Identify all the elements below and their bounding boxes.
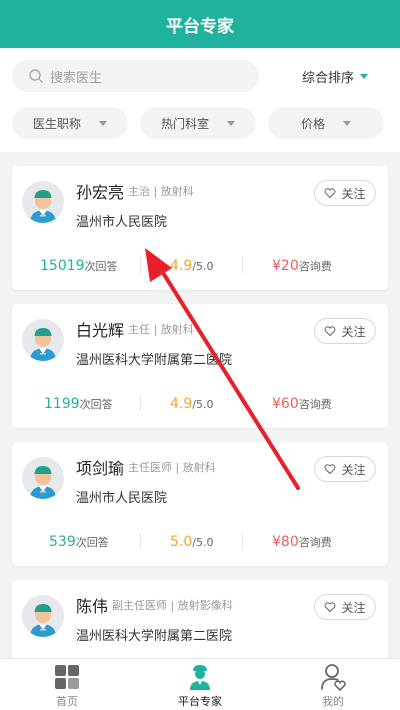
price-value: ¥20	[272, 258, 299, 274]
sort-dropdown[interactable]: 综合排序	[280, 60, 390, 92]
caret-down-icon	[343, 120, 351, 126]
app-header: 平台专家	[0, 0, 400, 48]
follow-label: 关注	[341, 324, 366, 339]
rating-value: 5.0	[170, 534, 193, 550]
tab-home[interactable]: 首页	[0, 659, 134, 710]
doctor-avatar-icon	[22, 319, 64, 361]
price-unit: 咨询费	[298, 536, 332, 549]
doctor-title: 副主任医师 | 放射影像科	[112, 599, 233, 612]
answer-count-value: 539	[49, 534, 76, 550]
doctor-name: 陈伟	[76, 597, 109, 616]
home-grid-icon	[55, 665, 79, 689]
doctor-avatar	[22, 457, 64, 499]
divider	[242, 257, 243, 273]
doctor-avatar	[22, 181, 64, 223]
doctor-name: 白光辉	[76, 321, 125, 340]
consult-price: ¥20咨询费	[272, 255, 332, 274]
caret-down-icon	[227, 120, 235, 126]
consult-price: ¥60咨询费	[272, 393, 332, 412]
doctor-card[interactable]: 孙宏亮 主治 | 放射科 温州市人民医院 关注 15019次回答 4.9/5.0…	[12, 166, 388, 290]
heart-icon	[325, 602, 336, 613]
rating-value: 4.9	[170, 258, 193, 274]
search-icon	[29, 69, 43, 83]
rating: 4.9/5.0	[170, 393, 213, 412]
answer-count: 539次回答	[49, 531, 109, 550]
divider	[140, 257, 141, 273]
answer-count: 1199次回答	[44, 393, 113, 412]
heart-icon	[325, 326, 336, 337]
doctor-hospital: 温州市人民医院	[76, 215, 168, 230]
rating-unit: /5.0	[192, 260, 214, 273]
answer-count-value: 15019	[40, 258, 85, 274]
follow-button[interactable]: 关注	[314, 180, 376, 206]
answer-count-value: 1199	[44, 396, 80, 412]
filter-panel: 搜索医生 综合排序 医生职称 热门科室 价格	[0, 48, 400, 152]
search-input[interactable]: 搜索医生	[12, 60, 259, 92]
follow-label: 关注	[341, 462, 366, 477]
tab-experts[interactable]: 平台专家	[133, 659, 267, 710]
heart-icon	[325, 464, 336, 475]
rating: 5.0/5.0	[170, 531, 213, 550]
filter-department-label: 热门科室	[160, 116, 209, 131]
page-title: 平台专家	[166, 16, 234, 37]
follow-button[interactable]: 关注	[314, 594, 376, 620]
tab-experts-label: 平台专家	[178, 695, 222, 708]
doctor-icon	[190, 665, 210, 690]
doctor-hospital: 温州医科大学附属第二医院	[76, 629, 233, 644]
price-value: ¥80	[272, 534, 299, 550]
price-unit: 咨询费	[298, 398, 332, 411]
divider	[140, 533, 141, 549]
doctor-card[interactable]: 项剑瑜 主任医师 | 放射科 温州市人民医院 关注 539次回答 5.0/5.0…	[12, 442, 388, 566]
rating: 4.9/5.0	[170, 255, 213, 274]
follow-label: 关注	[341, 186, 366, 201]
rating-unit: /5.0	[192, 536, 214, 549]
profile-heart-icon	[321, 664, 346, 691]
consult-price: ¥80咨询费	[272, 531, 332, 550]
follow-button[interactable]: 关注	[314, 318, 376, 344]
doctor-avatar-icon	[22, 457, 64, 499]
filter-title-dropdown[interactable]: 医生职称	[12, 107, 128, 139]
heart-icon	[325, 188, 336, 199]
doctor-name: 项剑瑜	[76, 459, 125, 478]
filter-price-label: 价格	[300, 116, 325, 131]
doctor-title: 主任 | 放射科	[128, 323, 194, 336]
doctor-card[interactable]: 白光辉 主任 | 放射科 温州医科大学附属第二医院 关注 1199次回答 4.9…	[12, 304, 388, 428]
caret-down-icon	[99, 120, 107, 126]
rating-unit: /5.0	[192, 398, 214, 411]
doctor-avatar	[22, 319, 64, 361]
doctor-avatar	[22, 595, 64, 637]
filter-price-dropdown[interactable]: 价格	[268, 107, 384, 139]
answer-count-unit: 次回答	[79, 398, 113, 411]
tab-mine[interactable]: 我的	[266, 659, 400, 710]
price-unit: 咨询费	[298, 260, 332, 273]
tab-mine-label: 我的	[322, 695, 344, 708]
follow-label: 关注	[341, 600, 366, 615]
follow-button[interactable]: 关注	[314, 456, 376, 482]
doctor-name: 孙宏亮	[76, 183, 125, 202]
doctor-title: 主治 | 放射科	[128, 185, 194, 198]
filter-title-label: 医生职称	[32, 116, 81, 131]
divider	[140, 395, 141, 411]
sort-label: 综合排序	[301, 70, 354, 86]
answer-count-unit: 次回答	[84, 260, 118, 273]
rating-value: 4.9	[170, 396, 193, 412]
divider	[242, 533, 243, 549]
caret-down-icon	[360, 73, 368, 79]
bottom-tab-bar: 首页 平台专家 我的	[0, 658, 400, 710]
answer-count-unit: 次回答	[75, 536, 109, 549]
doctor-avatar-icon	[22, 181, 64, 223]
doctor-hospital: 温州市人民医院	[76, 491, 168, 506]
answer-count: 15019次回答	[40, 255, 118, 274]
price-value: ¥60	[272, 396, 299, 412]
doctor-hospital: 温州医科大学附属第二医院	[76, 353, 233, 368]
divider	[242, 395, 243, 411]
filter-department-dropdown[interactable]: 热门科室	[140, 107, 256, 139]
doctor-title: 主任医师 | 放射科	[128, 461, 216, 474]
tab-home-label: 首页	[56, 695, 78, 708]
doctor-avatar-icon	[22, 595, 64, 637]
search-placeholder: 搜索医生	[50, 70, 103, 86]
